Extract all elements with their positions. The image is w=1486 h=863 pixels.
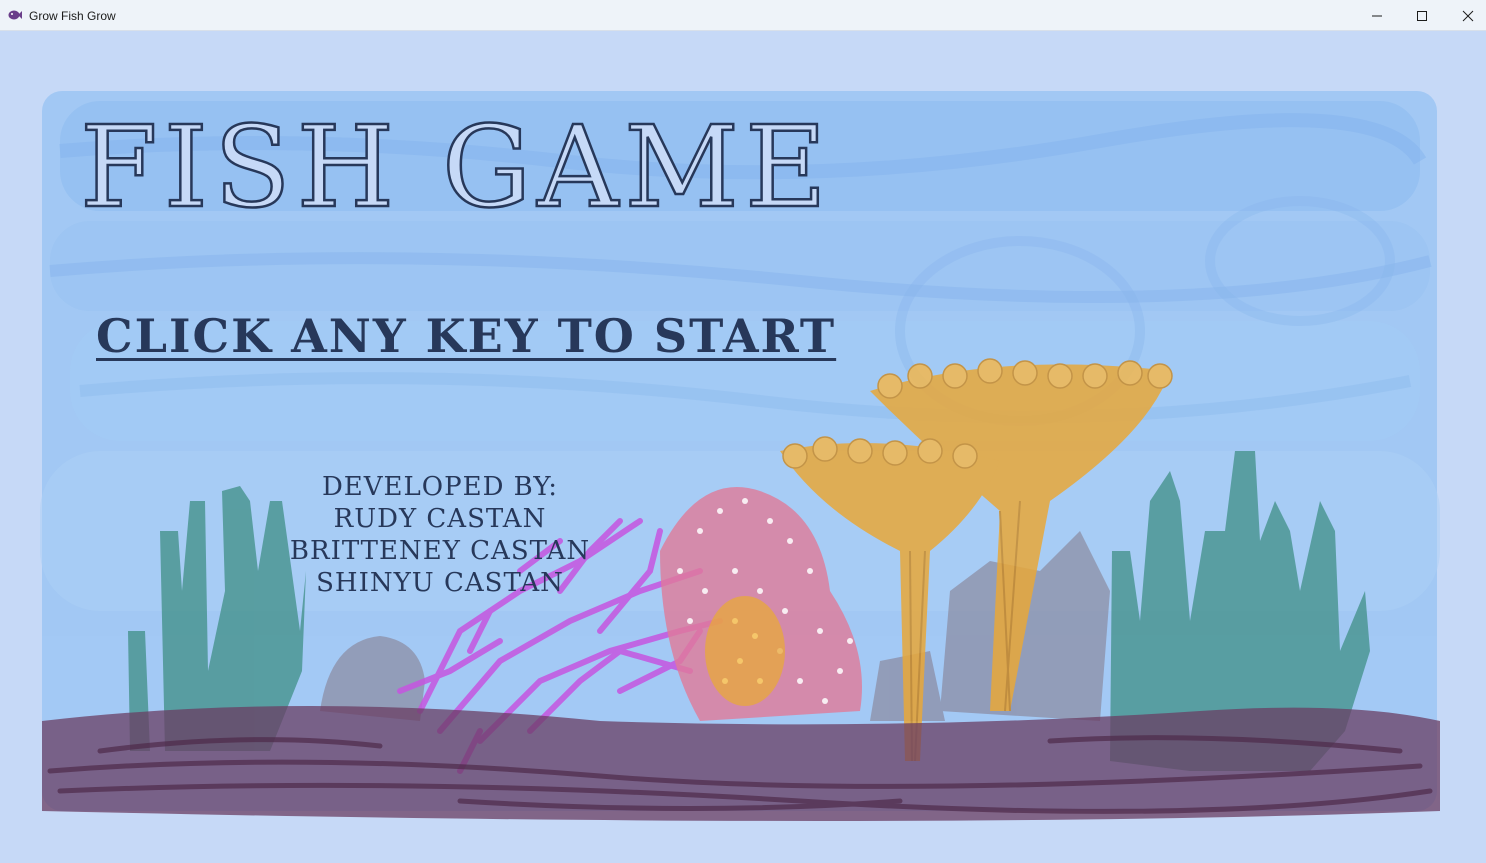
- minimize-button[interactable]: [1354, 0, 1400, 31]
- game-scene[interactable]: Fish Game Click any key to start Develop…: [0, 31, 1486, 863]
- window-title: Grow Fish Grow: [29, 9, 116, 23]
- developer-name: Rudy Castan: [333, 504, 547, 534]
- orange-coral: [705, 596, 785, 706]
- maximize-button[interactable]: [1399, 0, 1445, 31]
- close-button[interactable]: [1445, 0, 1486, 31]
- game-window: Grow Fish Grow FISH GAME CLICK ANY KEY T…: [0, 0, 1486, 863]
- developer-name: Britteney Castan: [289, 536, 591, 566]
- title-bar[interactable]: Grow Fish Grow: [0, 0, 1486, 31]
- maximize-icon: [1417, 10, 1427, 21]
- credits: Developed by: Rudy Castan Britteney Cast…: [270, 471, 610, 599]
- fish-app-icon: [8, 10, 22, 20]
- game-title: Fish Game: [79, 102, 833, 235]
- close-icon: [1462, 10, 1474, 21]
- developer-name: Shinyu Castan: [316, 568, 564, 598]
- start-prompt[interactable]: Click any key to start: [96, 309, 836, 363]
- credits-heading: Developed by:: [321, 472, 559, 502]
- minimize-icon: [1372, 15, 1382, 16]
